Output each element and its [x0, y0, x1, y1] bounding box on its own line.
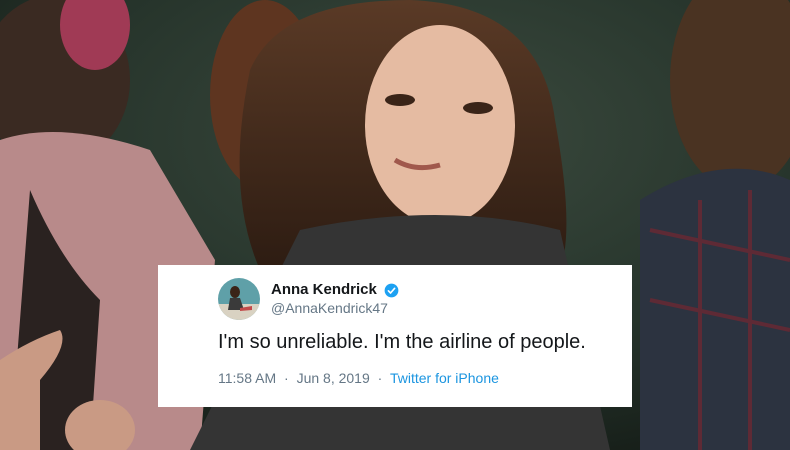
display-name[interactable]: Anna Kendrick [271, 281, 377, 299]
meta-separator: · [377, 370, 383, 386]
profile-avatar[interactable] [218, 278, 260, 320]
tweet-author: Anna Kendrick [271, 281, 399, 299]
tweet-text: I'm so unreliable. I'm the airline of pe… [218, 331, 586, 353]
tweet-meta: 11:58 AM · Jun 8, 2019 · Twitter for iPh… [218, 370, 499, 386]
avatar-image [218, 278, 260, 320]
tweet-source-link[interactable]: Twitter for iPhone [390, 370, 499, 386]
verified-badge-icon [384, 283, 399, 298]
meta-separator: · [284, 370, 289, 386]
meme-scene: Anna Kendrick @AnnaKendrick47 I'm so unr… [0, 0, 790, 450]
tweet-date[interactable]: Jun 8, 2019 [297, 370, 370, 386]
user-handle[interactable]: @AnnaKendrick47 [271, 300, 388, 316]
tweet-time[interactable]: 11:58 AM [218, 370, 276, 386]
tweet-card[interactable]: Anna Kendrick @AnnaKendrick47 I'm so unr… [158, 265, 632, 407]
